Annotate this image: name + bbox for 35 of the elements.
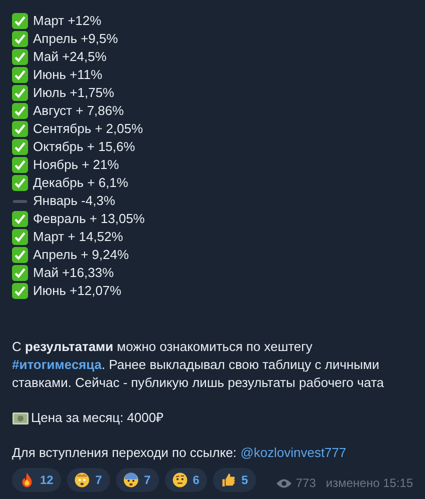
reaction-button[interactable]: 7 xyxy=(67,468,110,492)
result-text: Май +24,5% xyxy=(33,48,107,66)
result-text: Октябрь + 15,6% xyxy=(33,138,136,156)
banknote-icon xyxy=(12,412,29,424)
join-text: Для вступления переходи по ссылке: xyxy=(12,444,237,462)
reaction-button[interactable]: 5 xyxy=(213,468,256,492)
exploding-face-icon xyxy=(74,472,90,488)
view-count: 773 xyxy=(296,476,316,490)
reaction-button[interactable]: 12 xyxy=(12,468,62,492)
thumbs-up-icon xyxy=(220,472,236,488)
fire-icon xyxy=(19,472,35,488)
info-paragraph: С результатами можно ознакомиться по хештегу #итогимесяца. Ранее выкладывал свою таблицу с личными ставками. Сейчас - публикую лишь результаты рабочего чата xyxy=(12,338,385,392)
result-text: Сентябрь + 2,05% xyxy=(33,120,143,138)
result-text: Январь -4,3% xyxy=(33,192,116,210)
result-text: Июнь +12,07% xyxy=(33,282,122,300)
result-text: Март + 14,52% xyxy=(33,228,124,246)
eye-icon xyxy=(276,478,292,488)
result-text: Ноябрь + 21% xyxy=(33,156,119,174)
result-text: Февраль + 13,05% xyxy=(33,210,145,228)
result-text: Декабрь + 6,1% xyxy=(33,174,128,192)
reaction-button[interactable]: 7 xyxy=(116,468,159,492)
result-text: Май +16,33% xyxy=(33,264,114,282)
edited-time: изменено 15:15 xyxy=(326,476,413,490)
price-text: Цена за месяц: 4000₽ xyxy=(31,409,164,427)
result-text: Июль +1,75% xyxy=(33,84,114,102)
result-text: Август + 7,86% xyxy=(33,102,124,120)
result-text: Апрель + 9,24% xyxy=(33,246,129,264)
hashtag-link[interactable]: #итогимесяца xyxy=(12,357,102,372)
result-text: Март +12% xyxy=(33,12,102,30)
channel-link[interactable]: @kozlovinvest777 xyxy=(240,444,346,462)
reaction-button[interactable]: 6 xyxy=(164,468,208,492)
raised-brow-face-icon xyxy=(172,472,188,488)
result-text: Апрель +9,5% xyxy=(33,30,118,48)
result-text: Июнь +11% xyxy=(33,66,102,84)
scared-face-icon xyxy=(123,472,140,488)
